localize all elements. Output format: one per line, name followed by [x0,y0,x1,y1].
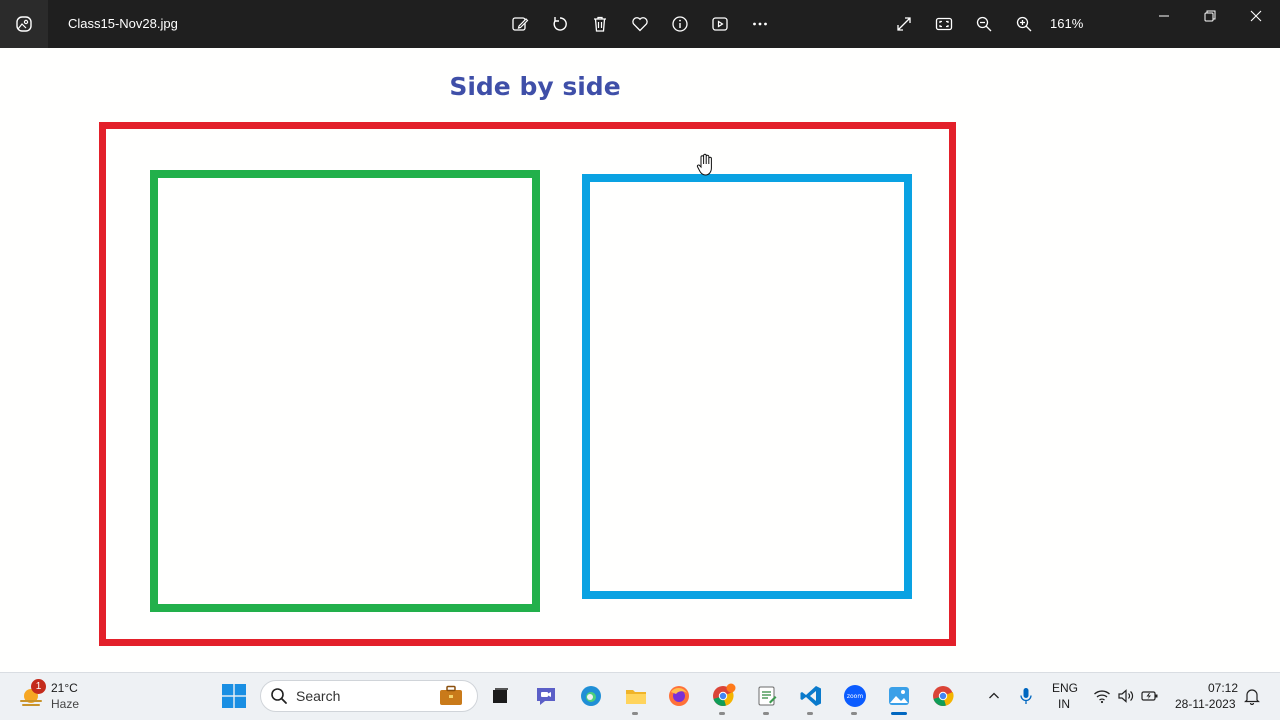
minimize-button[interactable] [1149,4,1179,28]
chrome-icon[interactable] [929,682,957,710]
file-explorer-icon[interactable] [622,682,650,710]
fullscreen-icon[interactable] [892,12,916,36]
volume-icon[interactable] [1116,686,1136,706]
zoom-level[interactable]: 161% [1050,16,1083,31]
photos-taskbar-icon[interactable] [885,682,913,710]
notification-bell-icon[interactable] [1242,686,1262,706]
vscode-running-indicator [807,712,813,715]
search-placeholder: Search [296,688,341,704]
right-blue-rectangle [582,174,912,599]
image-title: Side by side [449,72,621,101]
fit-to-window-icon[interactable] [932,12,956,36]
info-icon[interactable] [668,12,692,36]
weather-temperature[interactable]: 21°C [51,681,78,695]
search-icon [270,687,288,705]
title-bar: Class15-Nov28.jpg 161% [0,0,1280,48]
meet-icon[interactable] [532,682,560,710]
slideshow-icon[interactable] [708,12,732,36]
microphone-icon[interactable] [1016,686,1036,706]
firefox-icon[interactable] [665,682,693,710]
wifi-icon[interactable] [1092,686,1112,706]
windows-start-icon[interactable] [221,683,247,709]
zoom-running-indicator [851,712,857,715]
file-name: Class15-Nov28.jpg [68,16,178,31]
photos-app-icon[interactable] [0,0,48,48]
edit-image-icon[interactable] [508,12,532,36]
zoom-out-icon[interactable] [972,12,996,36]
show-hidden-icons-chevron-icon[interactable] [984,686,1004,706]
chrome-profile-running-indicator [719,712,725,715]
search-highlight-briefcase-icon[interactable] [438,684,464,708]
battery-charging-icon[interactable] [1140,686,1160,706]
zoom-in-icon[interactable] [1012,12,1036,36]
zoom-icon[interactable]: zoom [841,682,869,710]
svg-text:zoom: zoom [847,693,863,700]
close-button[interactable] [1241,4,1271,28]
vscode-icon[interactable] [797,682,825,710]
weather-alert-badge: 1 [31,679,46,694]
restore-button[interactable] [1195,4,1225,28]
clock-time[interactable]: 07:12 [1208,681,1238,695]
chrome-profile-icon[interactable] [709,682,737,710]
language-indicator[interactable]: ENG [1052,681,1078,695]
rotate-icon[interactable] [548,12,572,36]
weather-condition[interactable]: Haze [51,697,79,711]
clock-date[interactable]: 28-11-2023 [1175,697,1236,711]
edge-browser-icon[interactable] [577,682,605,710]
more-icon[interactable] [748,12,772,36]
hand-cursor-icon [696,153,714,177]
left-green-rectangle [150,170,540,612]
photos-active-indicator [891,712,907,715]
task-view-icon[interactable] [486,682,514,710]
file-explorer-running-indicator [632,712,638,715]
favorite-icon[interactable] [628,12,652,36]
language-region[interactable]: IN [1058,697,1070,711]
notepad-icon[interactable] [753,682,781,710]
delete-icon[interactable] [588,12,612,36]
notepad-running-indicator [763,712,769,715]
